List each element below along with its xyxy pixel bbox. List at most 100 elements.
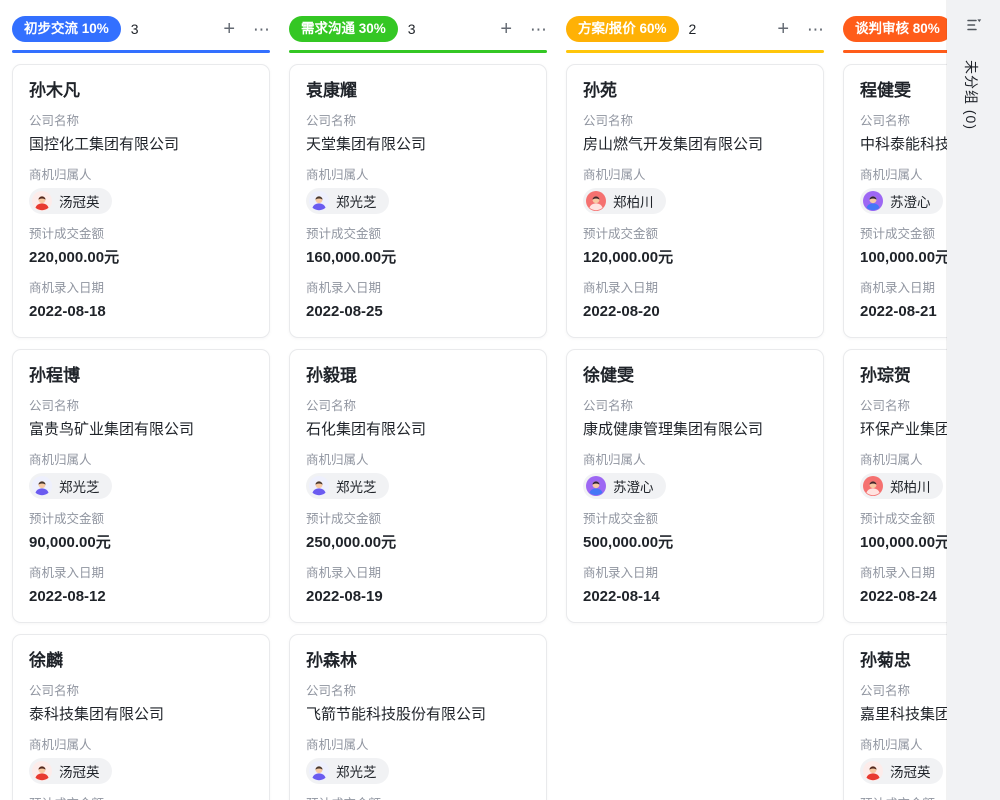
- column-more-button[interactable]: ⋯: [530, 21, 547, 38]
- company-name: 石化集团有限公司: [306, 419, 530, 440]
- opportunity-card[interactable]: 孙森林 公司名称 飞箭节能科技股份有限公司 商机归属人 郑光芝 预计成交金额 商…: [289, 634, 547, 800]
- avatar: [863, 191, 883, 211]
- amount-field-label: 预计成交金额: [583, 511, 807, 528]
- opportunity-card[interactable]: 徐麟 公司名称 泰科技集团有限公司 商机归属人 汤冠英 预计成交金额 商机录入日…: [12, 634, 270, 800]
- ungrouped-label: 未分组 (0): [961, 60, 981, 130]
- amount-field-label: 预计成交金额: [306, 226, 530, 243]
- date-field: 商机录入日期 2022-08-20: [583, 280, 807, 322]
- owner-field-label: 商机归属人: [583, 452, 807, 469]
- date-field-label: 商机录入日期: [29, 280, 253, 297]
- owner-field-label: 商机归属人: [29, 737, 253, 754]
- avatar: [32, 476, 52, 496]
- opportunity-card[interactable]: 孙苑 公司名称 房山燃气开发集团有限公司 商机归属人 郑柏川 预计成交金额 12…: [566, 64, 824, 338]
- owner-pill[interactable]: 汤冠英: [860, 758, 943, 784]
- card-title: 徐麟: [29, 649, 253, 673]
- owner-field: 商机归属人 郑光芝: [306, 737, 530, 796]
- stage-pill[interactable]: 初步交流 10%: [12, 16, 121, 42]
- opportunity-card[interactable]: 孙毅琨 公司名称 石化集团有限公司 商机归属人 郑光芝 预计成交金额 250,0…: [289, 349, 547, 623]
- amount-field-label: 预计成交金额: [29, 226, 253, 243]
- company-name: 泰科技集团有限公司: [29, 704, 253, 725]
- date-value: 2022-08-18: [29, 301, 253, 322]
- date-field: 商机录入日期 2022-08-12: [29, 565, 253, 607]
- amount-field: 预计成交金额: [29, 796, 253, 800]
- owner-name: 苏澄心: [613, 476, 654, 496]
- owner-name: 郑柏川: [890, 476, 931, 496]
- amount-field-label: 预计成交金额: [306, 796, 530, 800]
- company-name: 富贵鸟矿业集团有限公司: [29, 419, 253, 440]
- owner-pill[interactable]: 郑柏川: [860, 473, 943, 499]
- add-card-button[interactable]: +: [223, 19, 235, 39]
- stage-pill[interactable]: 需求沟通 30%: [289, 16, 398, 42]
- kanban-board: 初步交流 10% 3 + ⋯ 孙木凡 公司名称 国控化工集团有限公司 商机归属人…: [0, 0, 1000, 800]
- owner-pill[interactable]: 郑光芝: [306, 188, 389, 214]
- date-field-label: 商机录入日期: [583, 565, 807, 582]
- opportunity-card[interactable]: 袁康耀 公司名称 天堂集团有限公司 商机归属人 郑光芝 预计成交金额 160,0…: [289, 64, 547, 338]
- column-underline: [12, 50, 270, 53]
- column-more-button[interactable]: ⋯: [807, 21, 824, 38]
- owner-pill[interactable]: 郑光芝: [29, 473, 112, 499]
- card-title: 孙程博: [29, 364, 253, 388]
- stage-pill[interactable]: 谈判审核 80%: [843, 16, 952, 42]
- date-field: 商机录入日期 2022-08-14: [583, 565, 807, 607]
- company-name: 康成健康管理集团有限公司: [583, 419, 807, 440]
- opportunity-card[interactable]: 孙木凡 公司名称 国控化工集团有限公司 商机归属人 汤冠英 预计成交金额 220…: [12, 64, 270, 338]
- amount-value: 220,000.00元: [29, 247, 253, 268]
- add-card-button[interactable]: +: [500, 19, 512, 39]
- opportunity-card[interactable]: 孙程博 公司名称 富贵鸟矿业集团有限公司 商机归属人 郑光芝 预计成交金额 90…: [12, 349, 270, 623]
- column-count: 3: [408, 21, 416, 37]
- column-underline: [566, 50, 824, 53]
- card-title: 孙森林: [306, 649, 530, 673]
- date-value: 2022-08-20: [583, 301, 807, 322]
- company-field-label: 公司名称: [306, 113, 530, 130]
- owner-pill[interactable]: 郑柏川: [583, 188, 666, 214]
- owner-field: 商机归属人 苏澄心: [583, 452, 807, 511]
- ungrouped-panel[interactable]: 未分组 (0): [947, 0, 1000, 800]
- owner-field: 商机归属人 汤冠英: [29, 737, 253, 796]
- owner-pill[interactable]: 苏澄心: [583, 473, 666, 499]
- card-title: 袁康耀: [306, 79, 530, 103]
- column-cards: 袁康耀 公司名称 天堂集团有限公司 商机归属人 郑光芝 预计成交金额 160,0…: [289, 64, 547, 800]
- owner-name: 汤冠英: [59, 191, 100, 211]
- owner-field: 商机归属人 郑光芝: [306, 167, 530, 226]
- owner-field-label: 商机归属人: [583, 167, 807, 184]
- kanban-column: 初步交流 10% 3 + ⋯ 孙木凡 公司名称 国控化工集团有限公司 商机归属人…: [12, 0, 270, 800]
- owner-name: 苏澄心: [890, 191, 931, 211]
- date-field: 商机录入日期 2022-08-18: [29, 280, 253, 322]
- column-more-button[interactable]: ⋯: [253, 21, 270, 38]
- amount-field-label: 预计成交金额: [583, 226, 807, 243]
- owner-pill[interactable]: 汤冠英: [29, 758, 112, 784]
- stage-pill[interactable]: 方案/报价 60%: [566, 16, 679, 42]
- date-field: 商机录入日期 2022-08-19: [306, 565, 530, 607]
- opportunity-card[interactable]: 徐健雯 公司名称 康成健康管理集团有限公司 商机归属人 苏澄心 预计成交金额 5…: [566, 349, 824, 623]
- hidden-groups-icon[interactable]: [965, 16, 983, 34]
- company-field: 公司名称 天堂集团有限公司: [306, 113, 530, 155]
- amount-value: 500,000.00元: [583, 532, 807, 553]
- owner-field: 商机归属人 汤冠英: [29, 167, 253, 226]
- owner-field-label: 商机归属人: [306, 737, 530, 754]
- amount-value: 120,000.00元: [583, 247, 807, 268]
- owner-pill[interactable]: 郑光芝: [306, 758, 389, 784]
- amount-field: 预计成交金额 160,000.00元: [306, 226, 530, 268]
- amount-field-label: 预计成交金额: [306, 511, 530, 528]
- owner-field-label: 商机归属人: [306, 167, 530, 184]
- company-field: 公司名称 飞箭节能科技股份有限公司: [306, 683, 530, 725]
- add-card-button[interactable]: +: [777, 19, 789, 39]
- card-title: 徐健雯: [583, 364, 807, 388]
- amount-field-label: 预计成交金额: [29, 511, 253, 528]
- owner-name: 郑光芝: [336, 761, 377, 781]
- kanban-column: 方案/报价 60% 2 + ⋯ 孙苑 公司名称 房山燃气开发集团有限公司 商机归…: [566, 0, 824, 800]
- date-field-label: 商机录入日期: [306, 565, 530, 582]
- date-field-label: 商机录入日期: [583, 280, 807, 297]
- owner-pill[interactable]: 苏澄心: [860, 188, 943, 214]
- company-field-label: 公司名称: [29, 683, 253, 700]
- owner-pill[interactable]: 郑光芝: [306, 473, 389, 499]
- owner-pill[interactable]: 汤冠英: [29, 188, 112, 214]
- owner-field-label: 商机归属人: [29, 452, 253, 469]
- company-field-label: 公司名称: [583, 398, 807, 415]
- avatar: [309, 191, 329, 211]
- amount-field: 预计成交金额 500,000.00元: [583, 511, 807, 553]
- company-field: 公司名称 泰科技集团有限公司: [29, 683, 253, 725]
- amount-field: 预计成交金额: [306, 796, 530, 800]
- avatar: [863, 476, 883, 496]
- owner-name: 郑光芝: [59, 476, 100, 496]
